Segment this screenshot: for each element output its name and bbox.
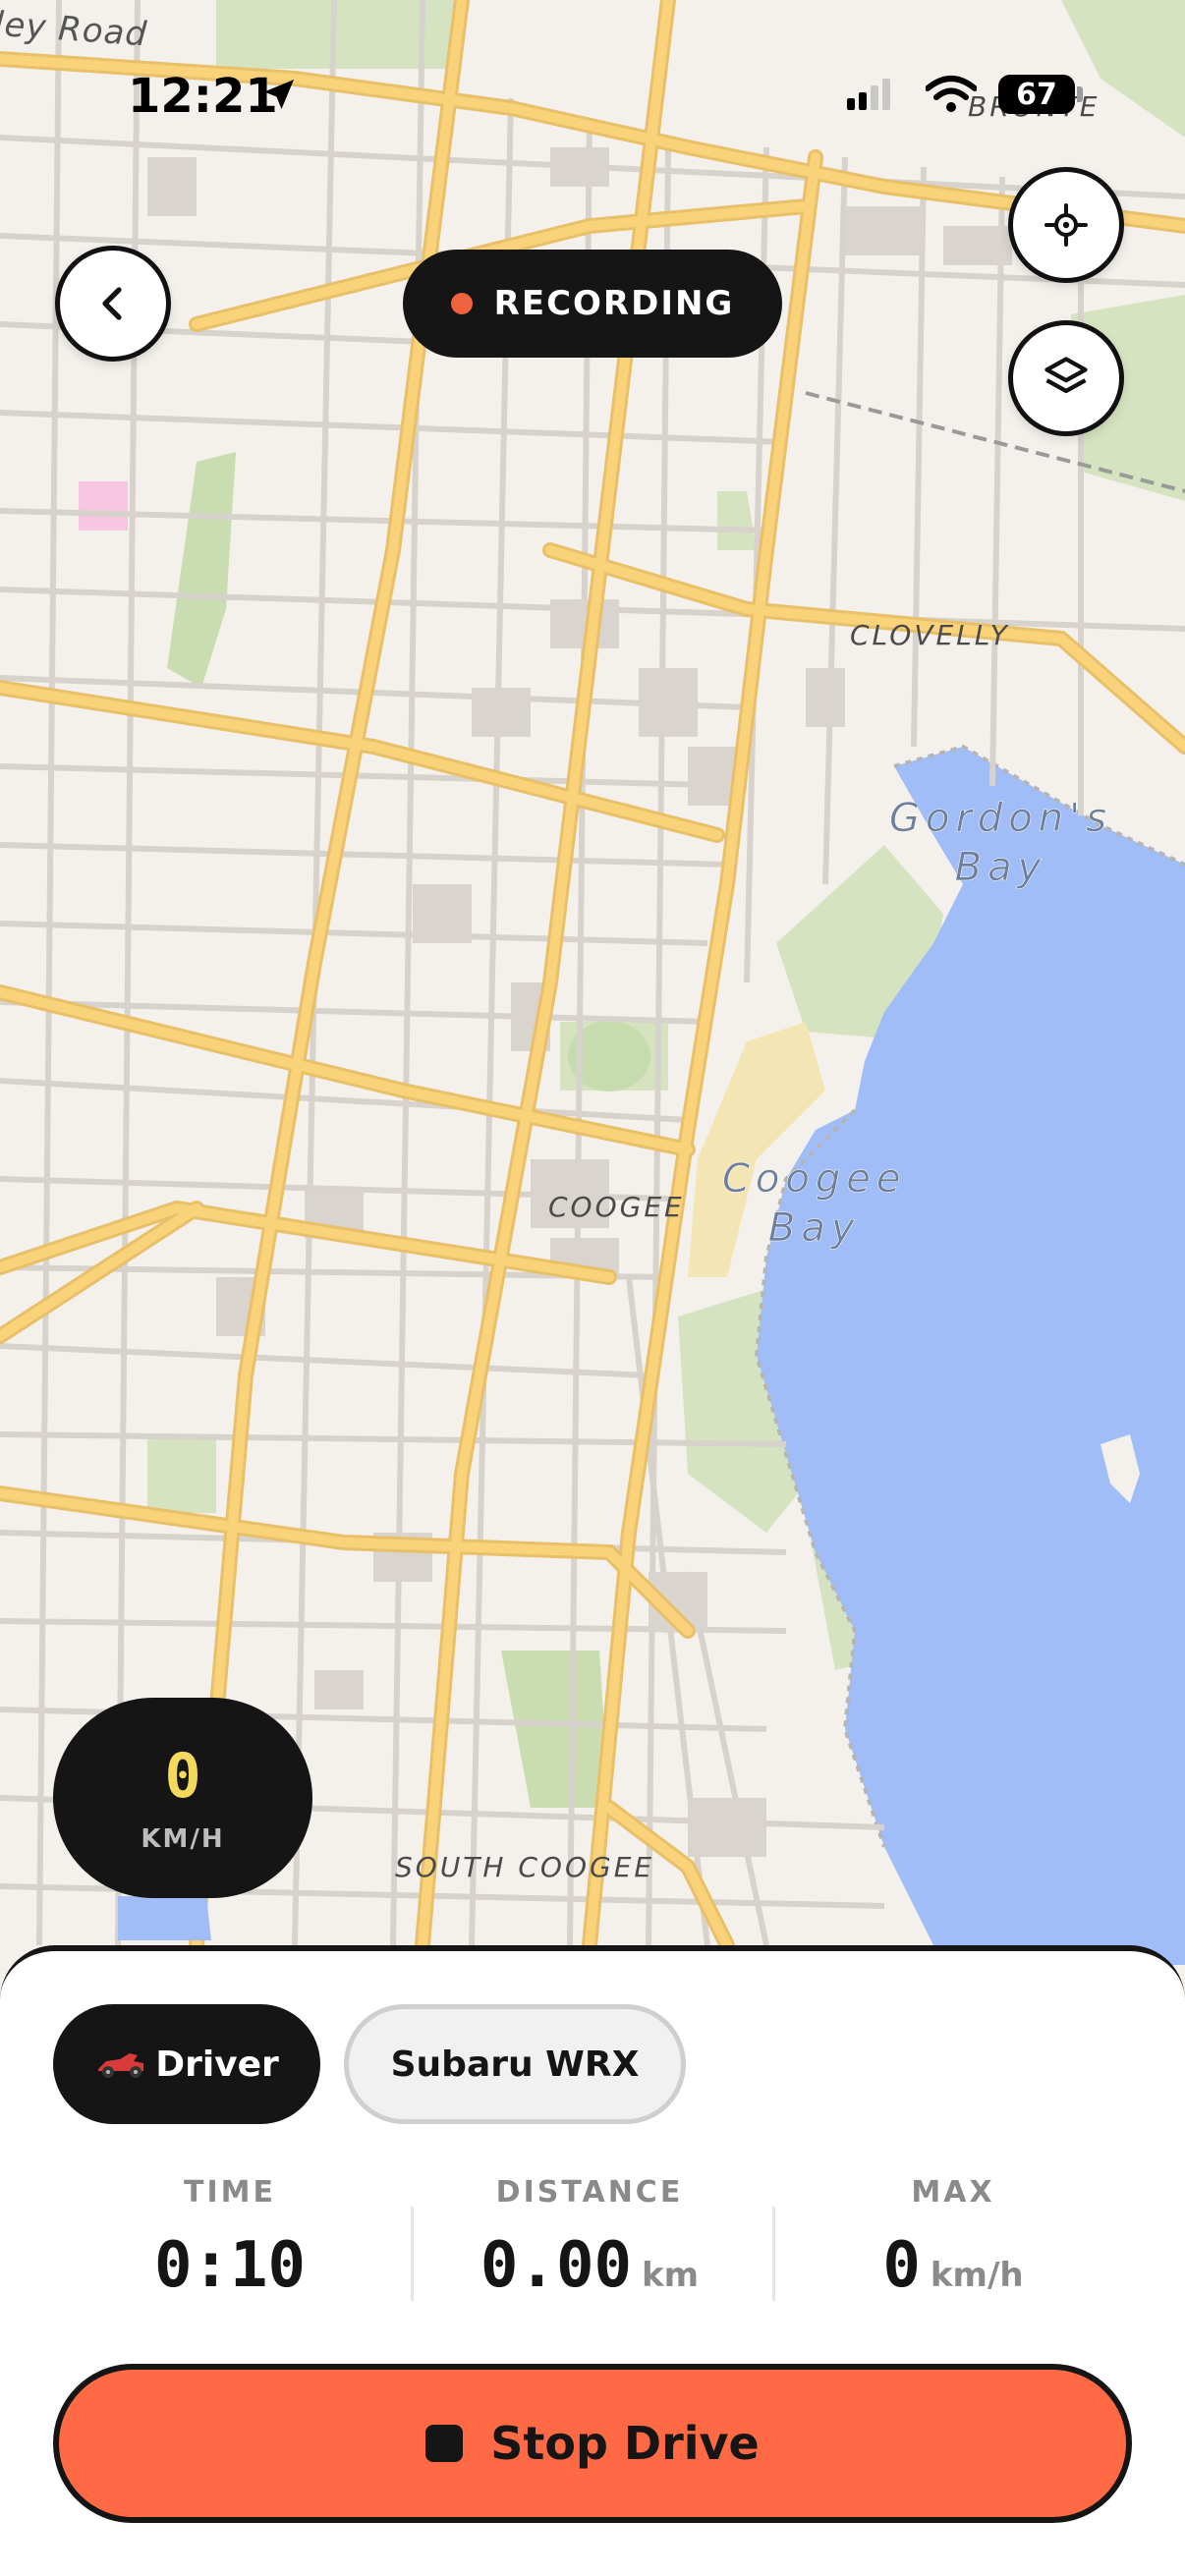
- race-car-icon: [98, 2053, 144, 2078]
- stat-max-speed: MAX 0 km/h: [776, 2175, 1130, 2302]
- stat-divider: [772, 2207, 775, 2301]
- stat-distance-value: 0.00: [480, 2229, 633, 2302]
- bay-label-coogee: Coogee Bay: [722, 1156, 907, 1252]
- stat-distance: DISTANCE 0.00 km: [413, 2175, 766, 2302]
- status-time: 12:21: [128, 69, 278, 124]
- map-layers-button[interactable]: [1008, 320, 1124, 436]
- recenter-button[interactable]: [1008, 167, 1124, 283]
- stat-time-value: 0:10: [153, 2229, 307, 2302]
- stat-max-unit: km/h: [930, 2256, 1024, 2295]
- stat-max-label: MAX: [911, 2175, 995, 2210]
- driver-chip-label: Driver: [155, 2044, 279, 2085]
- chevron-left-icon: [102, 287, 122, 320]
- stop-drive-button[interactable]: Stop Drive: [53, 2364, 1132, 2523]
- cellular-signal-icon: [847, 79, 900, 114]
- stat-max-value: 0: [882, 2229, 921, 2302]
- speedometer: 0 KM/H: [53, 1698, 312, 1898]
- suburb-label-coogee: COOGEE: [548, 1191, 685, 1223]
- crosshair-icon: [1044, 203, 1088, 247]
- driver-mode-chip[interactable]: Driver: [53, 2004, 320, 2124]
- wifi-icon: [925, 75, 978, 118]
- layers-icon: [1044, 357, 1088, 394]
- stop-drive-label: Stop Drive: [490, 2417, 760, 2470]
- battery-icon: 67: [998, 75, 1075, 114]
- back-button[interactable]: [55, 246, 171, 362]
- recording-indicator: RECORDING: [403, 250, 782, 358]
- speed-unit: KM/H: [141, 1824, 225, 1854]
- stop-icon: [425, 2425, 464, 2462]
- recording-label: RECORDING: [493, 284, 735, 323]
- stat-time-label: TIME: [184, 2175, 276, 2210]
- pond: [118, 1896, 211, 1940]
- vehicle-chip[interactable]: Subaru WRX: [344, 2004, 686, 2124]
- battery-tip: [1077, 86, 1083, 102]
- status-bar: 12:21 67: [0, 59, 1185, 128]
- location-arrow-icon: [259, 75, 299, 118]
- drive-stats: TIME 0:10 DISTANCE 0.00 km MAX 0 km/h: [0, 2175, 1185, 2313]
- suburb-label-south-coogee: SOUTH COOGEE: [395, 1851, 655, 1883]
- stat-distance-row: 0.00 km: [413, 2229, 766, 2302]
- park-area: [147, 1434, 216, 1513]
- recording-dot-icon: [450, 293, 473, 314]
- pink-area: [79, 481, 128, 531]
- stat-distance-label: DISTANCE: [495, 2175, 684, 2210]
- stat-distance-unit: km: [642, 2256, 700, 2295]
- drive-bottom-sheet: Driver Subaru WRX TIME 0:10 DISTANCE 0.0…: [0, 1945, 1185, 2576]
- bay-label-gordons: Gordon's Bay: [889, 796, 1112, 891]
- stat-time: TIME 0:10: [53, 2175, 407, 2302]
- stat-max-row: 0 km/h: [776, 2229, 1130, 2302]
- speed-value: 0: [164, 1740, 201, 1812]
- vehicle-chip-label: Subaru WRX: [390, 2044, 640, 2085]
- suburb-label-clovelly: CLOVELLY: [850, 619, 1010, 651]
